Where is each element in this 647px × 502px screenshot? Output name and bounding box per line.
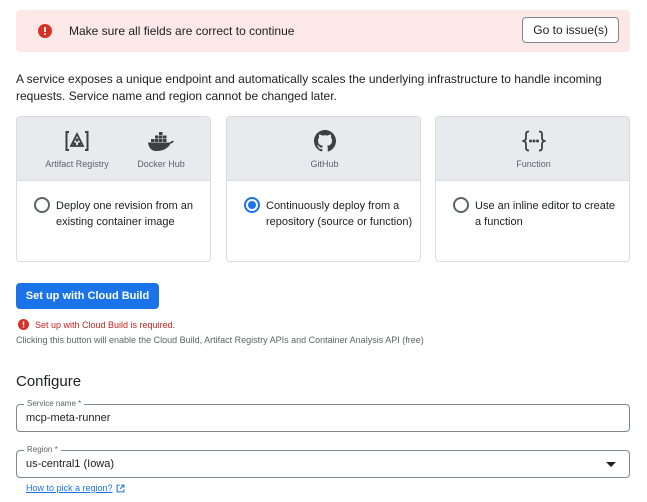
docker-hub-option: Docker Hub [129, 130, 193, 169]
external-link-icon [116, 484, 124, 492]
cloud-build-hint: Clicking this button will enable the Clo… [16, 335, 424, 345]
service-name-input[interactable] [26, 412, 586, 424]
github-label: GitHub [310, 159, 339, 169]
docker-hub-icon [148, 132, 174, 151]
error-banner-message: Make sure all fields are correct to cont… [69, 24, 295, 38]
source-card-header: Artifact Registry Docker Hub [17, 117, 210, 181]
region-value: us-central1 (Iowa) [26, 458, 115, 470]
error-icon [38, 24, 52, 38]
source-radio-github[interactable] [244, 197, 260, 213]
error-banner: Make sure all fields are correct to cont… [16, 10, 630, 52]
service-name-label: Service name * [24, 399, 85, 409]
region-label: Region * [24, 445, 61, 455]
service-description: A service exposes a unique endpoint and … [16, 72, 602, 103]
github-icon [313, 130, 336, 152]
source-card-function[interactable]: Function Use an inline editor to create … [435, 116, 630, 262]
artifact-registry-icon [65, 131, 89, 151]
region-help-link-text: How to pick a region? [26, 483, 113, 493]
function-label: Function [516, 159, 551, 169]
source-option-description: Continuously deploy from a repository (s… [266, 200, 413, 228]
artifact-registry-option: Artifact Registry [41, 130, 113, 169]
configure-heading: Configure [16, 373, 82, 390]
docker-hub-label: Docker Hub [137, 159, 185, 169]
source-radio-container-image[interactable] [34, 197, 50, 213]
source-card-github[interactable]: GitHub Continuously deploy from a reposi… [226, 116, 421, 262]
github-option: GitHub [227, 130, 420, 169]
region-select[interactable]: Region * us-central1 (Iowa) [16, 445, 630, 478]
dropdown-caret-icon [606, 462, 616, 467]
service-name-field[interactable]: Service name * [16, 399, 630, 432]
source-card-header: GitHub [227, 117, 420, 181]
source-radio-function[interactable] [453, 197, 469, 213]
error-icon [18, 319, 29, 330]
source-option-description: Use an inline editor to create a functio… [475, 200, 616, 228]
cloud-build-error: Set up with Cloud Build is required. [18, 319, 175, 330]
source-option-description: Deploy one revision from an existing con… [56, 200, 193, 228]
source-card-container-image[interactable]: Artifact Registry Docker Hub Deploy one … [16, 116, 211, 262]
artifact-registry-label: Artifact Registry [45, 159, 109, 169]
set-up-cloud-build-button[interactable]: Set up with Cloud Build [16, 283, 159, 309]
function-option: Function [436, 130, 629, 169]
source-card-header: Function [436, 117, 629, 181]
function-icon [521, 130, 546, 152]
go-to-issues-button[interactable]: Go to issue(s) [522, 17, 619, 43]
cloud-build-error-text: Set up with Cloud Build is required. [35, 319, 176, 330]
region-help-link[interactable]: How to pick a region? [26, 483, 125, 493]
